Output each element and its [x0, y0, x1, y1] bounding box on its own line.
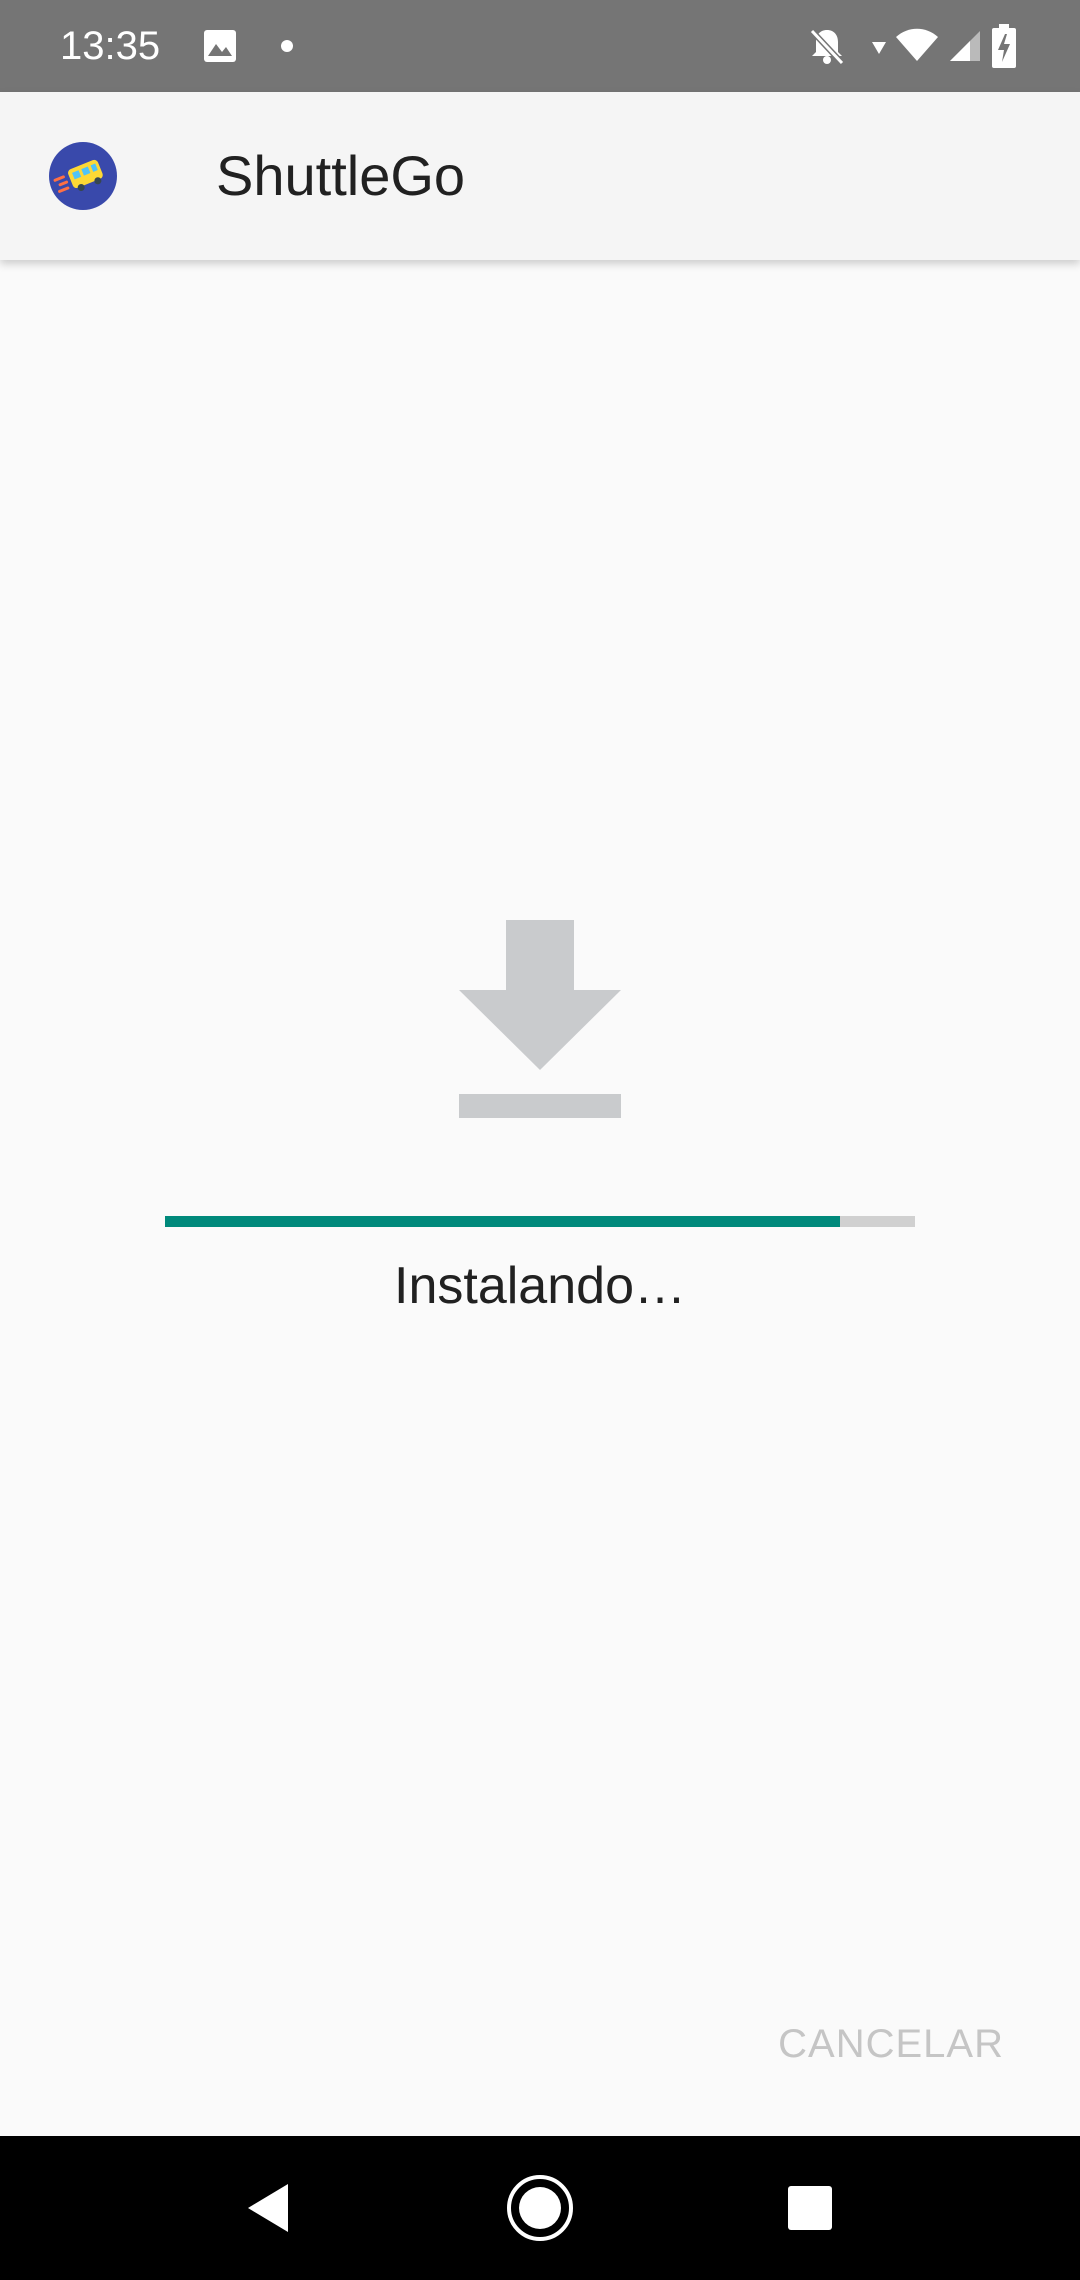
- home-icon: [507, 2175, 573, 2241]
- install-progress-bar: [165, 1216, 915, 1227]
- install-status-text: Instalando…: [394, 1257, 686, 1315]
- back-icon: [248, 2184, 288, 2232]
- dot-icon: [281, 40, 293, 52]
- recents-icon: [788, 2186, 832, 2230]
- install-progress-fill: [165, 1216, 840, 1227]
- navigation-bar: [0, 2136, 1080, 2280]
- back-button[interactable]: [196, 2136, 340, 2280]
- image-icon: [204, 30, 236, 62]
- download-icon: [459, 920, 621, 1118]
- shuttle-logo-icon: [49, 142, 117, 210]
- cancel-button[interactable]: CANCELAR: [762, 2008, 1020, 2080]
- install-screen: [0, 260, 1080, 2136]
- battery-charging-icon: [992, 24, 1016, 68]
- app-title: ShuttleGo: [216, 144, 466, 207]
- notifications-off-icon: [809, 28, 845, 66]
- status-time: 13:35: [60, 24, 161, 68]
- app-bar: ShuttleGo: [0, 92, 1080, 260]
- data-arrow-icon: [872, 42, 886, 54]
- home-button[interactable]: [468, 2136, 612, 2280]
- status-bar: 13:35: [0, 0, 1080, 92]
- signal-icon: [950, 31, 980, 61]
- wifi-icon: [896, 28, 938, 61]
- recents-button[interactable]: [738, 2136, 882, 2280]
